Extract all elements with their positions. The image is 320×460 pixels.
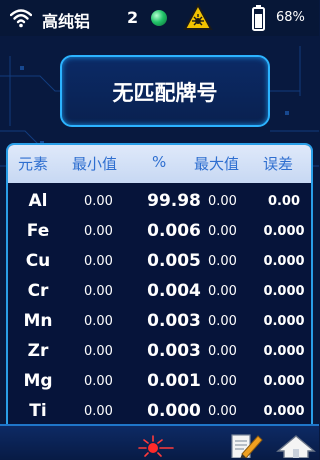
header-min: 最小值: [72, 155, 118, 173]
laser-trigger-icon[interactable]: [133, 430, 177, 458]
laser-warning-icon: [183, 3, 213, 30]
grade-match-panel: 无匹配牌号: [60, 55, 270, 127]
max-value: 0.00: [208, 224, 237, 239]
composition-table: 元素 最小值 % 最大值 误差 Al 0.00 99.98 0.00 0.00 Fe 0.0…: [6, 143, 313, 447]
header-error: 误差: [263, 155, 294, 173]
error-value: 0.000: [263, 374, 305, 389]
min-value: 0.00: [84, 404, 113, 419]
min-value: 0.00: [84, 344, 113, 359]
error-value: 0.00: [267, 194, 301, 209]
min-value: 0.00: [84, 374, 113, 389]
error-value: 0.000: [263, 254, 305, 269]
header-max: 最大值: [194, 155, 240, 173]
min-value: 0.00: [84, 314, 113, 329]
min-value: 0.00: [84, 284, 113, 299]
error-value: 0.000: [263, 404, 305, 419]
error-value: 0.000: [263, 344, 305, 359]
status-led-icon: [151, 10, 167, 26]
max-value: 0.00: [208, 254, 237, 269]
error-value: 0.000: [263, 284, 305, 299]
percent-value: 0.001: [147, 371, 201, 391]
table-row: Fe 0.00 0.006 0.00 0.000: [8, 217, 311, 247]
max-value: 0.00: [208, 314, 237, 329]
max-value: 0.00: [208, 194, 237, 209]
percent-value: 0.000: [147, 401, 201, 421]
error-value: 0.000: [263, 314, 305, 329]
battery-icon: [252, 5, 265, 31]
max-value: 0.00: [208, 374, 237, 389]
percent-value: 99.98: [147, 191, 201, 211]
table-header: 元素 最小值 % 最大值 误差: [8, 145, 311, 183]
table-row: Mn 0.00 0.003 0.00 0.000: [8, 307, 311, 337]
table-row: Cr 0.00 0.004 0.00 0.000: [8, 277, 311, 307]
grade-match-title: 无匹配牌号: [112, 81, 218, 105]
percent-value: 0.003: [147, 341, 201, 361]
percent-value: 0.006: [147, 221, 201, 241]
table-row: Zr 0.00 0.003 0.00 0.000: [8, 337, 311, 367]
element-symbol: Al: [28, 191, 48, 211]
percent-value: 0.004: [147, 281, 201, 301]
percent-value: 0.005: [147, 251, 201, 271]
element-symbol: Cr: [27, 281, 49, 301]
table-row: Ti 0.00 0.000 0.00 0.000: [8, 397, 311, 427]
battery-percent: 68%: [276, 10, 305, 25]
min-value: 0.00: [84, 224, 113, 239]
min-value: 0.00: [84, 254, 113, 269]
home-icon[interactable]: [276, 434, 316, 458]
max-value: 0.00: [208, 404, 237, 419]
measurement-count: 2: [127, 8, 139, 27]
max-value: 0.00: [208, 344, 237, 359]
element-symbol: Ti: [29, 401, 47, 421]
error-value: 0.000: [263, 224, 305, 239]
element-symbol: Mn: [23, 311, 53, 331]
element-symbol: Cu: [25, 251, 51, 271]
element-symbol: Mg: [23, 371, 53, 391]
table-row: Al 0.00 99.98 0.00 0.00: [8, 187, 311, 217]
status-bar: 高纯铝 2 68%: [0, 0, 319, 36]
element-symbol: Zr: [27, 341, 49, 361]
wifi-icon: [10, 9, 32, 28]
element-symbol: Fe: [26, 221, 50, 241]
alloy-grade-label: 高纯铝: [42, 12, 91, 31]
table-row: Mg 0.00 0.001 0.00 0.000: [8, 367, 311, 397]
edit-icon[interactable]: [228, 432, 264, 458]
table-row: Cu 0.00 0.005 0.00 0.000: [8, 247, 311, 277]
header-element: 元素: [18, 155, 49, 173]
min-value: 0.00: [84, 194, 113, 209]
percent-value: 0.003: [147, 311, 201, 331]
header-percent: %: [152, 153, 167, 171]
max-value: 0.00: [208, 284, 237, 299]
